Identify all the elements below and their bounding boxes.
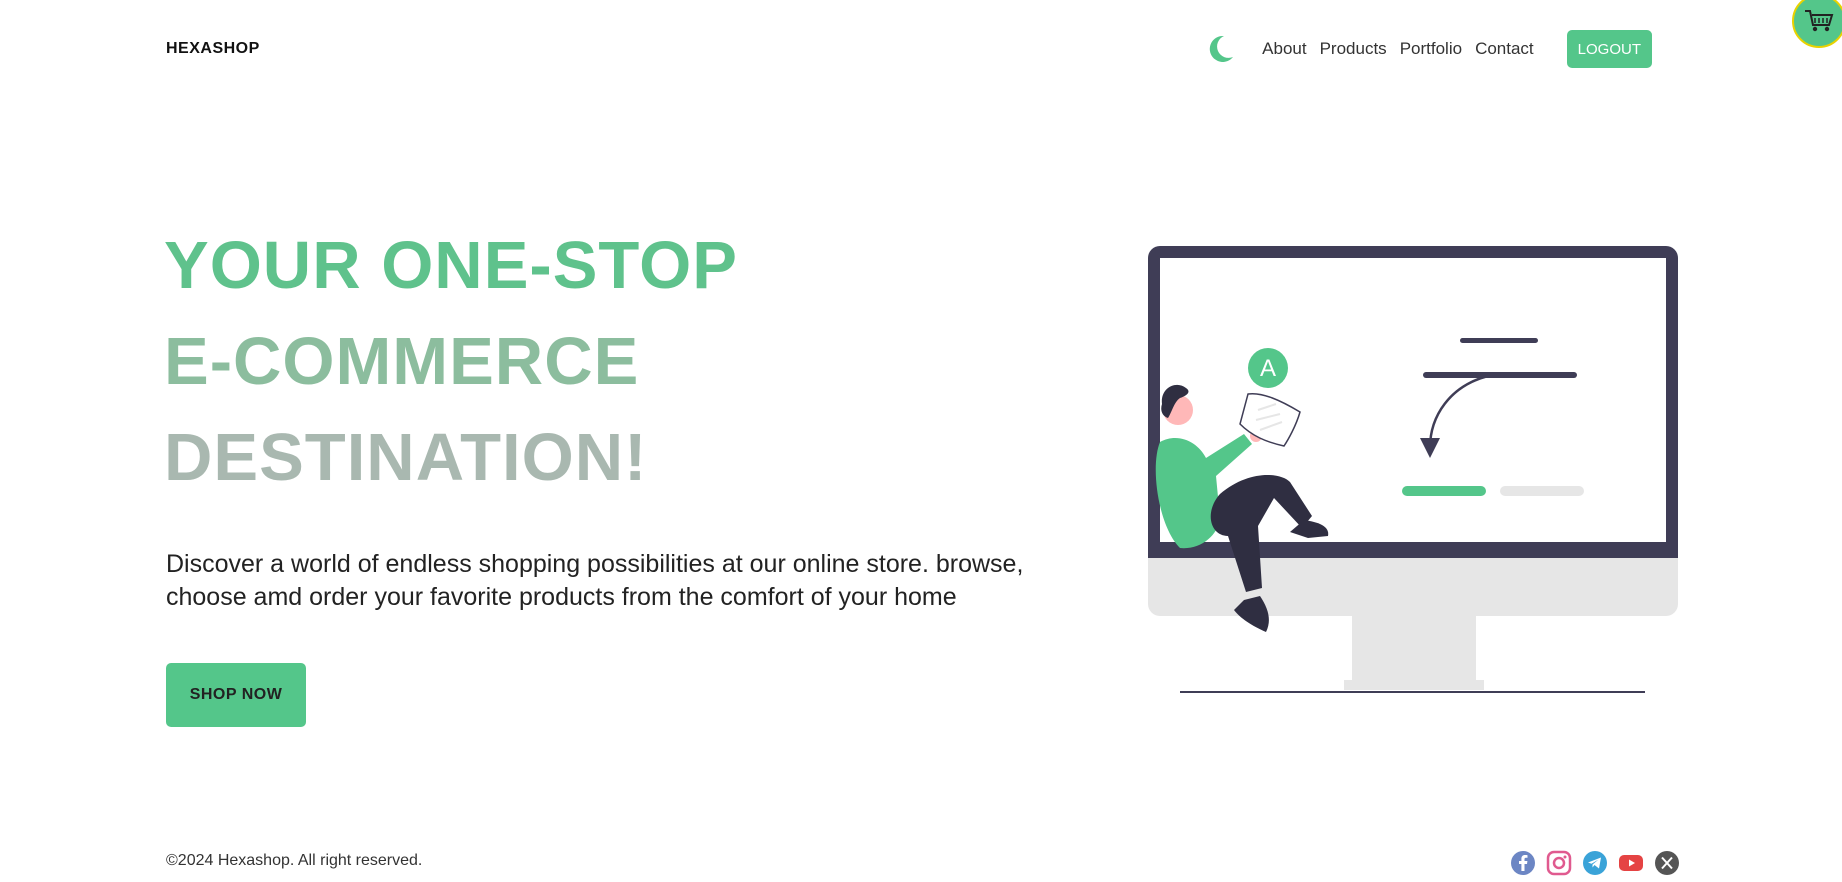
moon-icon[interactable] <box>1204 33 1236 65</box>
logout-button[interactable]: LOGOUT <box>1566 30 1652 68</box>
nav-link-contact[interactable]: Contact <box>1475 39 1534 59</box>
hero-description: Discover a world of endless shopping pos… <box>166 550 1024 611</box>
top-nav: About Products Portfolio Contact LOGOUT <box>1204 30 1652 68</box>
screen-line-long <box>1423 372 1577 378</box>
footer-copyright: ©2024 Hexashop. All right reserved. <box>166 852 423 869</box>
hero-title: YOUR ONE-STOP E-COMMERCE DESTINATION! <box>164 218 738 506</box>
hero-title-line-1: YOUR ONE-STOP <box>164 228 738 303</box>
youtube-icon[interactable] <box>1618 850 1644 876</box>
monitor-base <box>1344 680 1484 690</box>
cart-button[interactable] <box>1792 0 1842 48</box>
monitor-stand <box>1352 616 1476 686</box>
x-icon[interactable] <box>1654 850 1680 876</box>
nav-link-portfolio[interactable]: Portfolio <box>1400 39 1462 59</box>
nav-link-products[interactable]: Products <box>1320 39 1387 59</box>
screen-line-short <box>1460 338 1538 343</box>
screen-progress-bar <box>1402 486 1486 496</box>
screen-progress-track <box>1500 486 1584 496</box>
monitor-chin <box>1148 558 1678 616</box>
hero-title-line-2: E-COMMERCE <box>164 324 640 399</box>
hero-title-line-3: DESTINATION! <box>164 420 648 495</box>
instagram-icon[interactable] <box>1546 850 1572 876</box>
cart-icon <box>1805 10 1834 32</box>
social-links <box>1500 850 1680 876</box>
brand-logo[interactable]: HEXASHOP <box>166 40 260 58</box>
facebook-icon[interactable] <box>1510 850 1536 876</box>
hero-illustration: A <box>1148 246 1678 693</box>
nav-link-about[interactable]: About <box>1262 39 1306 59</box>
telegram-icon[interactable] <box>1582 850 1608 876</box>
shop-now-button[interactable]: SHOP NOW <box>166 663 306 727</box>
badge-letter: A <box>1260 355 1276 382</box>
